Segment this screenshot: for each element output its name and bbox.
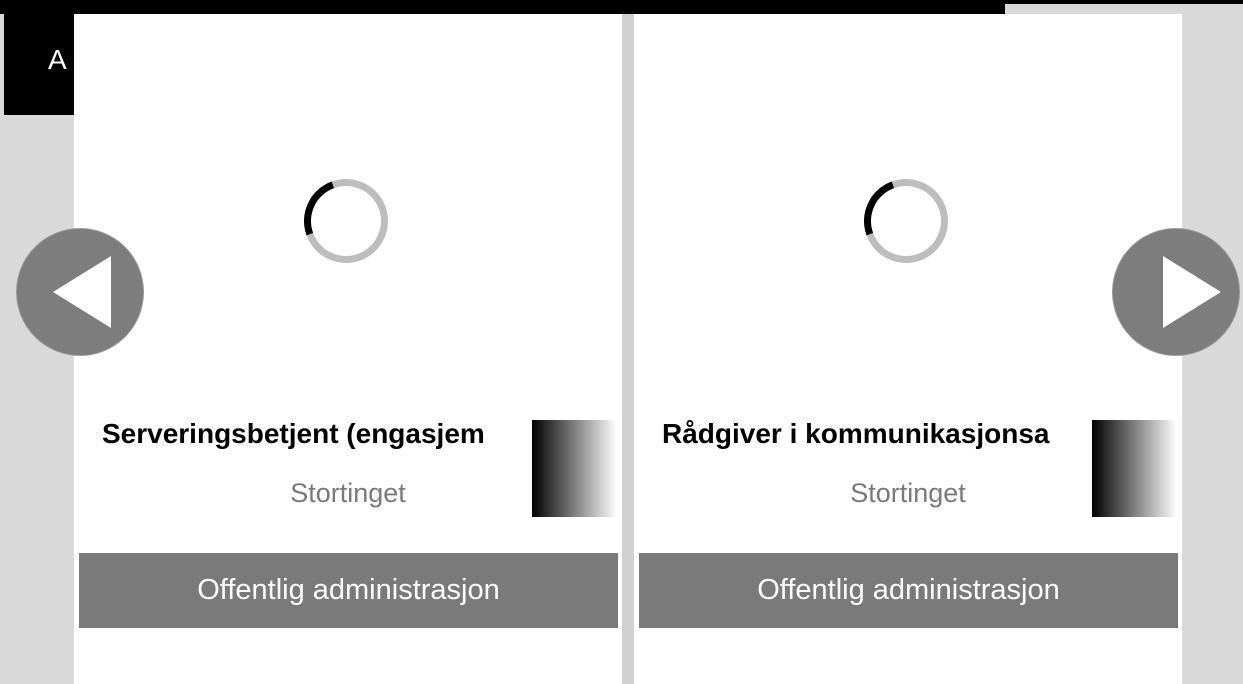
job-card[interactable]: Serveringsbetjent (engasjem Stortinget O…: [74, 14, 622, 684]
category-badge[interactable]: Offentlig administrasjon: [79, 553, 618, 628]
job-card[interactable]: Rådgiver i kommunikasjonsa Stortinget Of…: [634, 14, 1182, 684]
chevron-left-icon: [53, 256, 111, 328]
chevron-right-icon: [1163, 256, 1221, 328]
partial-header-tab: A: [4, 14, 74, 115]
loading-spinner-icon: [850, 165, 962, 277]
job-title[interactable]: Rådgiver i kommunikasjonsa: [662, 418, 1092, 450]
carousel-prev-button[interactable]: [16, 228, 144, 356]
partial-header-label: A: [48, 44, 67, 75]
job-title[interactable]: Serveringsbetjent (engasjem: [102, 418, 532, 450]
top-bar-edge: [1005, 0, 1243, 4]
loading-spinner-icon: [290, 165, 402, 277]
card-divider: [622, 14, 634, 684]
top-bar: [0, 0, 1005, 14]
employer-name: Stortinget: [850, 478, 966, 508]
carousel-next-button[interactable]: [1112, 228, 1240, 356]
employer-name: Stortinget: [290, 478, 406, 508]
category-badge[interactable]: Offentlig administrasjon: [639, 553, 1178, 628]
